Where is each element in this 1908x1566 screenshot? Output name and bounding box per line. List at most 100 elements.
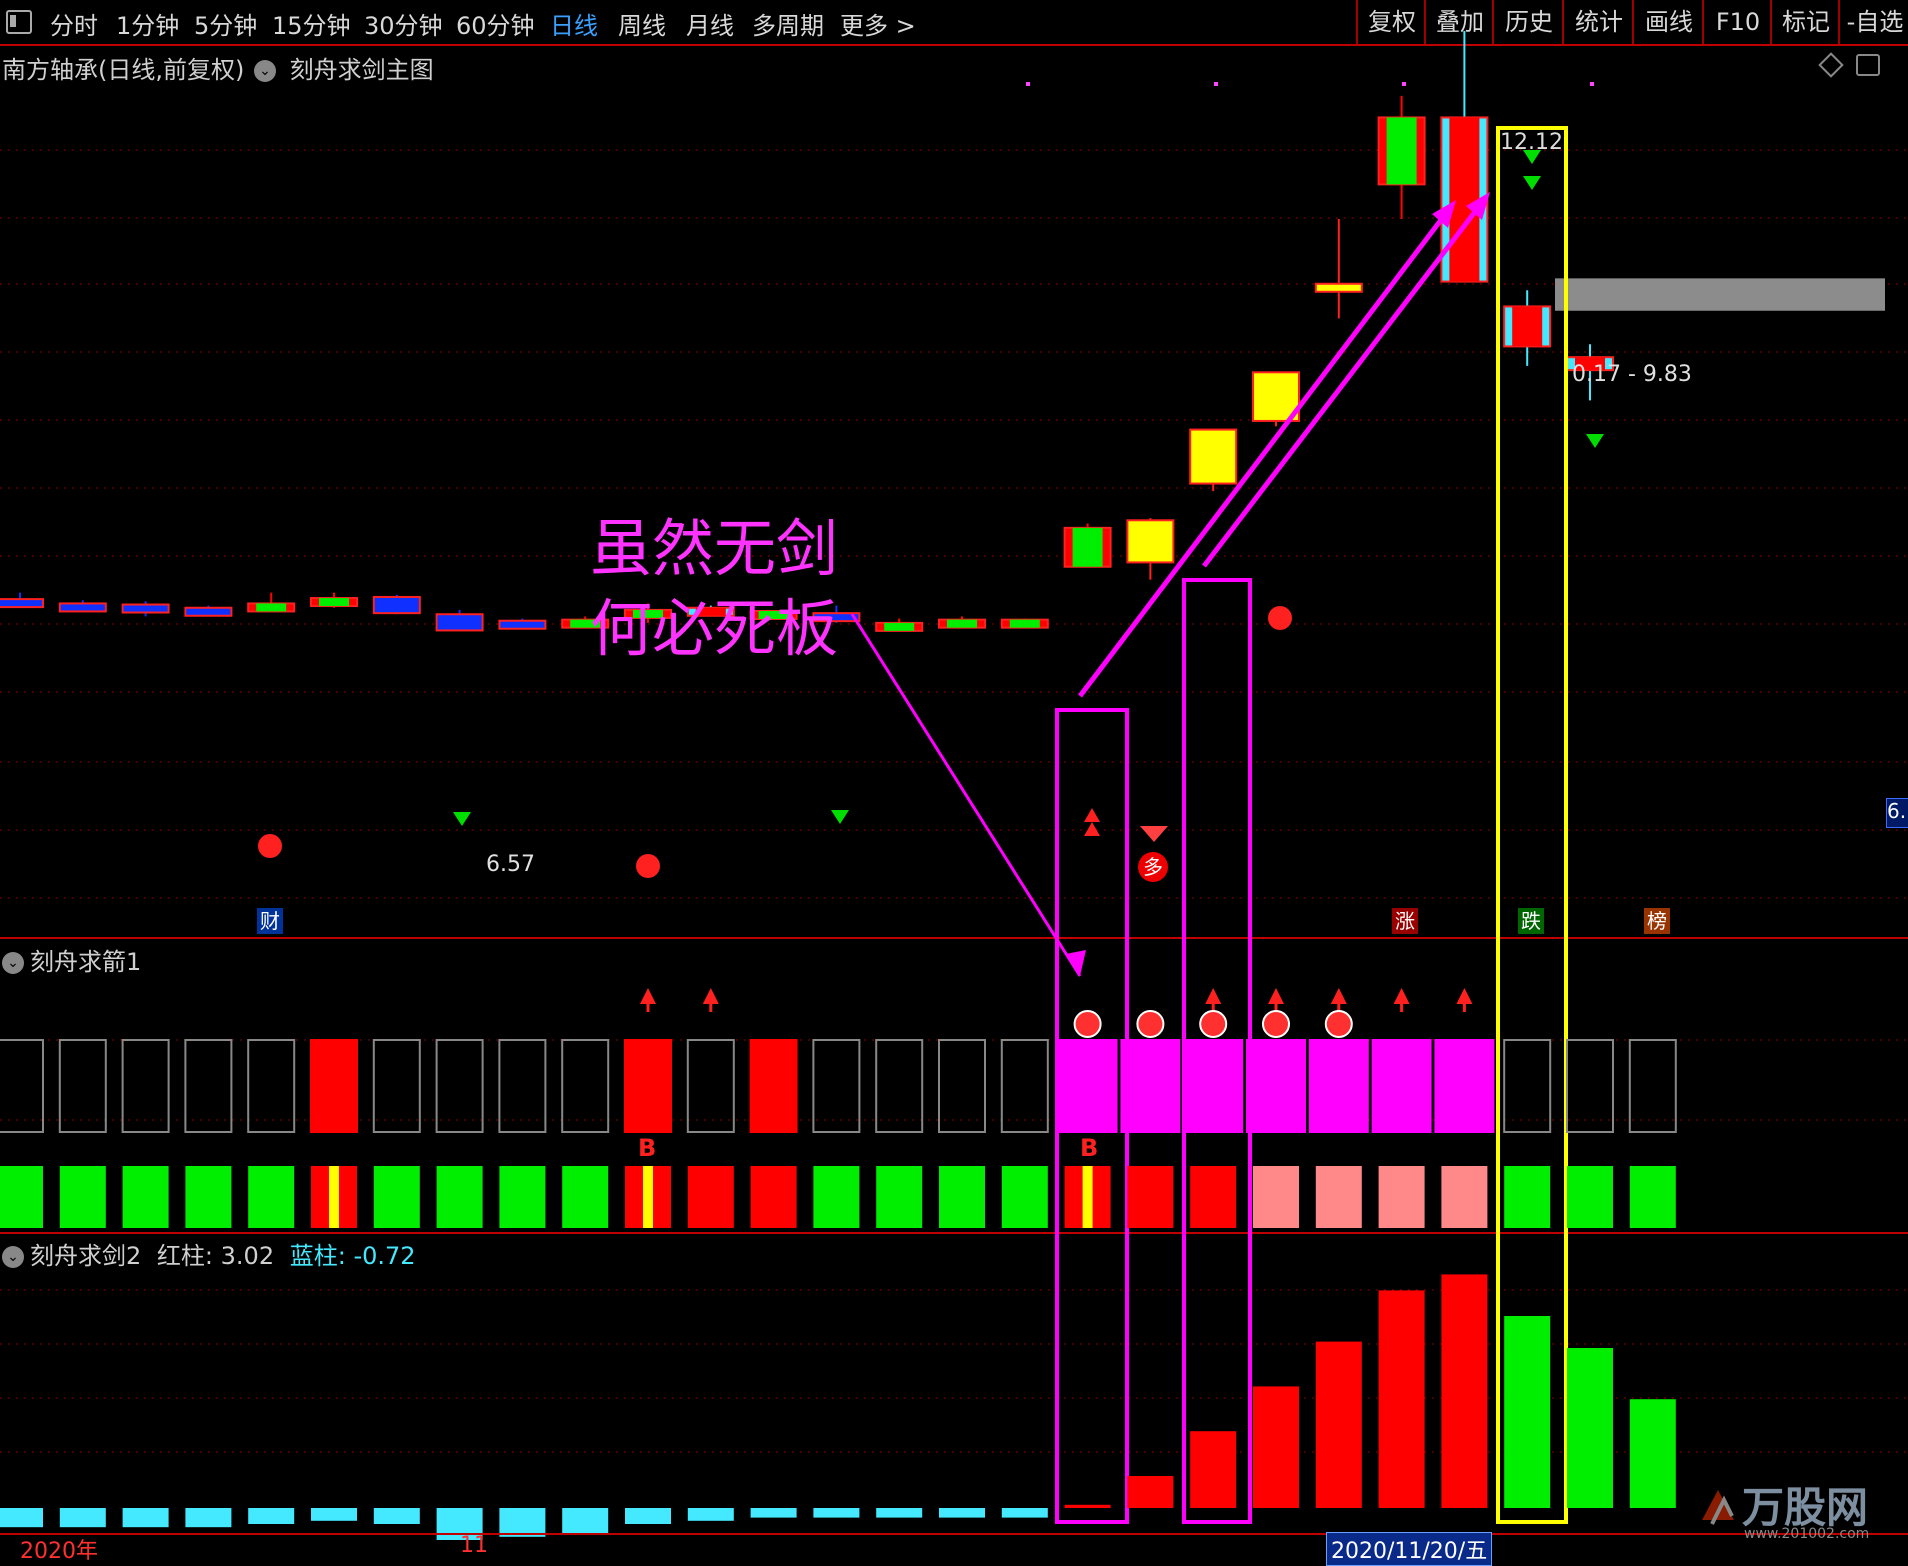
panel2-bottom-0: [0, 1166, 43, 1228]
candle-core-17: [1072, 527, 1103, 567]
candle-core-15: [947, 619, 977, 628]
panel2-top-4: [247, 1039, 296, 1133]
panel2-bottom-15: [939, 1166, 985, 1228]
panel2-top-7: [435, 1039, 484, 1133]
panel3-bar-19: [1190, 1431, 1237, 1508]
panel2-top-11: [686, 1039, 735, 1133]
panel2-top-24: [1503, 1039, 1552, 1133]
blue-bar-value: -0.72: [353, 1242, 416, 1270]
logo-icon: [1698, 1480, 1738, 1526]
butterfly-mark-1: [258, 834, 282, 858]
panel2-bottom-25: [1567, 1166, 1613, 1228]
panel2-bottom-6: [373, 1166, 420, 1228]
candle-core-5: [319, 598, 349, 607]
diamond-mark: [1140, 826, 1168, 842]
panel2-top-19: [1183, 1039, 1244, 1133]
panel3-bar-9: [562, 1508, 609, 1534]
panel2-bottom-3: [185, 1166, 232, 1228]
panel2-top-13: [812, 1039, 861, 1133]
high-price-label: 12.12: [1500, 130, 1563, 155]
low-price-label: 6.57: [486, 852, 535, 877]
candle-core-16: [1009, 619, 1040, 628]
panel2-bottom-20: [1253, 1166, 1299, 1228]
panel2-uparrow-5: [1393, 988, 1410, 1004]
panel2-fire-core-10: [643, 1166, 653, 1228]
duo-badge: 多: [1138, 852, 1168, 882]
panel3-bar-21: [1315, 1341, 1362, 1508]
panel2-fire-core-5: [329, 1166, 339, 1228]
panel2-top-26: [1628, 1039, 1677, 1133]
down-arrow-main-1: [1523, 176, 1541, 190]
chevron-down-icon[interactable]: ⌄: [2, 952, 24, 974]
panel3-bar-2: [122, 1508, 169, 1528]
candle-core-23: [1449, 117, 1480, 282]
panel2-bottom-26: [1629, 1166, 1676, 1228]
panel3-bar-24: [1504, 1316, 1551, 1508]
panel2-top-5: [310, 1039, 358, 1133]
panel3-bar-23: [1441, 1274, 1488, 1508]
panel2-ball-0: [1073, 1010, 1102, 1038]
top-dot-0: [1026, 82, 1030, 86]
panel2-top-20: [1246, 1039, 1306, 1133]
panel3-bar-25: [1567, 1348, 1613, 1508]
panel2-bottom-11: [687, 1166, 734, 1228]
red-bar-label: 红柱:: [156, 1242, 214, 1270]
candle-body-0: [0, 598, 44, 609]
panel2-bottom-12: [750, 1166, 797, 1228]
zhang-tag[interactable]: 涨: [1392, 908, 1418, 934]
panel2-fire-core-17: [1082, 1166, 1093, 1228]
candle-body-3: [184, 606, 233, 617]
cai-tag[interactable]: 财: [257, 908, 283, 934]
panel-layout-icon[interactable]: [1856, 54, 1880, 76]
panel2-top-18: [1120, 1039, 1181, 1133]
panel2-bottom-21: [1315, 1166, 1362, 1228]
panel3-bar-3: [185, 1508, 232, 1528]
top-dot-1: [1214, 82, 1218, 86]
down-arrow-main-3: [453, 812, 471, 826]
up-arrow-main-1: [1084, 822, 1100, 836]
panel2-top-25: [1566, 1039, 1614, 1133]
panel2-ball-2: [1199, 1010, 1228, 1038]
panel3-indicator-name[interactable]: 刻舟求剑2: [30, 1242, 141, 1270]
candle-core-22: [1386, 117, 1417, 185]
panel2-top-2: [121, 1039, 170, 1133]
candle-body-18: [1126, 519, 1175, 564]
month-label: 11: [460, 1533, 488, 1558]
up-arrow-main-0: [1084, 808, 1100, 822]
panel2-uparrow-4: [1330, 988, 1347, 1004]
panel2-top-21: [1308, 1039, 1369, 1133]
panel2-bottom-22: [1378, 1166, 1425, 1228]
panel2-bottom-2: [122, 1166, 169, 1228]
panel3-bar-4: [248, 1508, 295, 1524]
panel2-top-16: [1000, 1039, 1049, 1133]
down-arrow-main-2: [1586, 434, 1604, 448]
candle-core-4: [256, 603, 287, 612]
panel2-title: ⌄ 刻舟求箭1: [0, 942, 141, 977]
panel3-bar-11: [687, 1508, 734, 1521]
panel3-bar-17: [1064, 1504, 1111, 1508]
panel2-uparrow-2: [1205, 988, 1222, 1004]
panel2-top-9: [561, 1039, 610, 1133]
die-tag[interactable]: 跌: [1518, 908, 1544, 934]
panel3-bar-1: [59, 1508, 106, 1528]
panel2-top-10: [624, 1039, 672, 1133]
panel2-ball-4: [1324, 1010, 1353, 1038]
panel3-bar-10: [625, 1508, 671, 1524]
panel3-bar-5: [311, 1508, 357, 1521]
stock-chart-app: 分时 1分钟 5分钟 15分钟 30分钟 60分钟 日线 周线 月线 多周期 更…: [0, 0, 1908, 1566]
chevron-down-icon[interactable]: ⌄: [2, 1246, 24, 1268]
down-arrow-main-4: [831, 810, 849, 824]
candle-body-7: [435, 613, 484, 632]
chart-canvas: [0, 31, 1908, 1540]
panel2-top-23: [1434, 1039, 1495, 1133]
panel2-bottom-8: [499, 1166, 546, 1228]
panel2-top-14: [875, 1039, 924, 1133]
buy-signal-b1: B: [638, 1134, 657, 1162]
panel2-top-1: [58, 1039, 107, 1133]
top-dot-2: [1402, 82, 1406, 86]
main-indicator-name[interactable]: 刻舟求剑主图: [290, 56, 434, 84]
bang-tag[interactable]: 榜: [1644, 908, 1670, 934]
panel2-indicator-name[interactable]: 刻舟求箭1: [30, 948, 141, 976]
panel2-top-12: [749, 1039, 798, 1133]
chevron-down-icon[interactable]: ⌄: [254, 60, 276, 82]
